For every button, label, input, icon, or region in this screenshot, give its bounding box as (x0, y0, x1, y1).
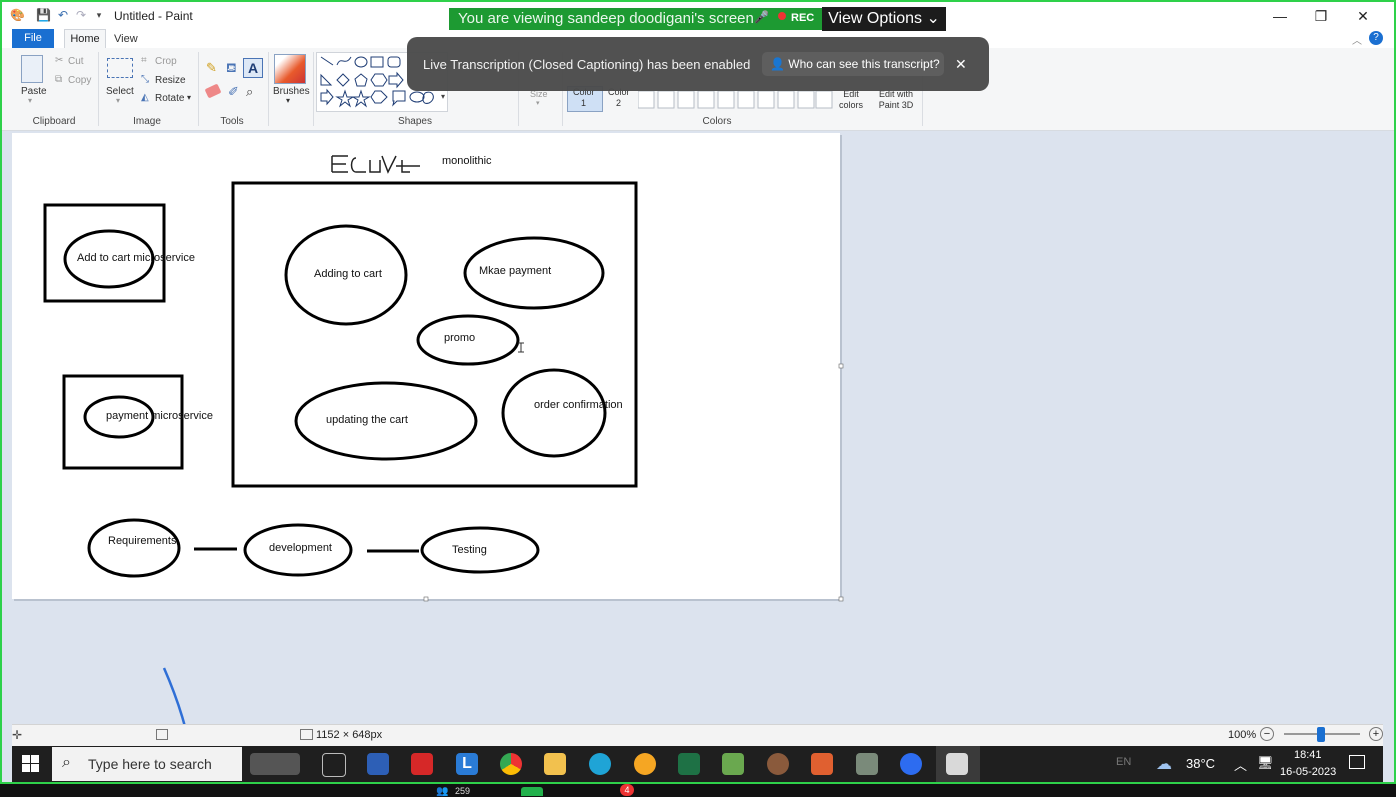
zoom-in-button[interactable]: + (1369, 727, 1383, 741)
tray-chevron-icon[interactable]: ︿ (1234, 755, 1247, 774)
app-red-icon[interactable] (411, 753, 433, 775)
edge-icon[interactable] (589, 753, 611, 775)
promo-label: promo (444, 332, 476, 344)
payment-microservice-label: payment microservice (106, 410, 213, 422)
toast-close-button[interactable]: ✕ (955, 56, 967, 73)
zoom-meeting-controls (0, 782, 1396, 796)
zoom-app-icon[interactable] (900, 753, 922, 775)
text-cursor-icon (518, 342, 524, 353)
transcription-message: Live Transcription (Closed Captioning) h… (423, 57, 751, 72)
participants-icon[interactable]: 👥 (436, 786, 448, 797)
image-size-icon (300, 729, 313, 740)
app-gear-icon[interactable] (856, 753, 878, 775)
notifications-icon[interactable] (1349, 755, 1365, 769)
status-bar (12, 724, 1383, 747)
clock-time[interactable]: 18:41 (1294, 749, 1322, 761)
monolithic-label: monolithic (442, 155, 492, 167)
search-placeholder: Type here to search (88, 756, 212, 772)
image-dimensions: 1152 × 648px (316, 729, 383, 741)
who-can-see-transcript-button[interactable]: 👤 Who can see this transcript? (762, 52, 944, 76)
canvas-drawing (43, 155, 844, 779)
l-app-icon[interactable]: L (456, 753, 478, 775)
store-icon[interactable] (367, 753, 389, 775)
file-explorer-icon[interactable] (544, 753, 566, 775)
testing-label: Testing (452, 544, 487, 556)
chrome-icon[interactable] (500, 753, 522, 775)
requirements-ellipse (87, 518, 181, 578)
who-can-see-label: Who can see this transcript? (788, 57, 940, 71)
adding-to-cart-label: Adding to cart (314, 268, 382, 280)
updating-cart-label: updating the cart (326, 414, 408, 426)
make-payment-label: Mkae payment (479, 265, 552, 277)
zoom-slider-thumb[interactable] (1317, 727, 1325, 742)
start-windows-icon[interactable] (22, 755, 39, 772)
search-icon: ⌕ (62, 754, 71, 771)
excel-icon[interactable] (678, 753, 700, 775)
chat-badge: 4 (620, 784, 634, 796)
app-orange-icon[interactable] (811, 753, 833, 775)
app-green-icon[interactable] (722, 753, 744, 775)
brave-icon[interactable] (634, 753, 656, 775)
zoom-out-button[interactable]: − (1260, 727, 1274, 741)
cursor-position-icon: ✛ (12, 728, 23, 742)
add-to-cart-label: Add to cart microservice (77, 252, 195, 264)
app-round-icon[interactable] (767, 753, 789, 775)
paint-taskbar-icon (946, 753, 968, 775)
monolithic-box (231, 181, 638, 488)
weather-cloud-icon: ☁ (1156, 756, 1172, 773)
payment-box (62, 374, 184, 470)
network-icon[interactable]: 🖥 (1257, 755, 1274, 771)
language-indicator[interactable]: EN (1116, 756, 1131, 768)
order-confirmation-label: order confirmation (534, 399, 623, 411)
windows-logo (22, 755, 39, 772)
person-lock-icon: 👤 (770, 57, 785, 71)
handwritten-scribble (331, 155, 420, 174)
share-screen-icon[interactable] (521, 787, 543, 796)
camera-icon[interactable] (250, 753, 300, 775)
requirements-label: Requirements (108, 535, 177, 547)
participant-count: 259 (455, 786, 471, 796)
task-view-icon[interactable] (322, 753, 346, 777)
order-confirmation-ellipse (501, 368, 607, 458)
weather-temperature[interactable]: 38°C (1186, 756, 1215, 771)
clock-date[interactable]: 16-05-2023 (1280, 766, 1336, 778)
development-label: development (269, 542, 332, 554)
zoom-level: 100% (1228, 729, 1257, 741)
selection-size-icon (156, 729, 168, 740)
